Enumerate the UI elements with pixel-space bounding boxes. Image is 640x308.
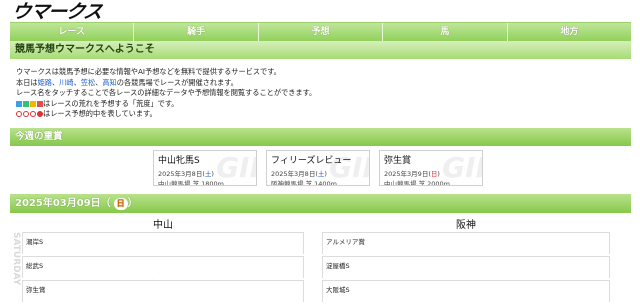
venue-link-himeji[interactable]: 姫路 [38, 78, 52, 87]
venue-link-kasamatsu[interactable]: 笠松 [81, 78, 95, 87]
roughness-level-1-icon [16, 100, 22, 107]
intro-line-3: レース名をタッチすることで各レースの詳細なデータや予想情報を閲覧することができま… [16, 88, 317, 97]
venue-heading-right: 阪神 [456, 220, 476, 231]
race-link[interactable]: 総武S [22, 256, 304, 278]
race-list-right: アルメリア賞 淀屋橋S 大阪城S [322, 232, 610, 304]
side-watermark: SATURDAY [11, 232, 21, 286]
race-link[interactable]: 潮岸S [22, 232, 304, 254]
race-link[interactable]: 淀屋橋S [322, 256, 610, 278]
graded-race-cards: GII 中山牝馬S 2025年3月8日(土) 中山競馬場 芝 1800m GII… [153, 150, 483, 186]
intro-line-4: はレースの荒れを予想する「荒度」です。 [16, 99, 616, 110]
hit-badge-icons [16, 111, 43, 117]
card-race-name: 弥生賞 [384, 156, 412, 166]
card-venue: 中山競馬場 芝 2000m [384, 180, 451, 186]
hit-circle-icon [16, 111, 22, 117]
roughness-badge-icons [16, 100, 43, 107]
race-list-left: 潮岸S 総武S 弥生賞 [22, 232, 304, 304]
schedule-date-heading: 2025年03月09日（日） [10, 194, 631, 213]
card-race-name: 中山牝馬S [158, 156, 200, 166]
intro-text: ウマークスは競馬予想に必要な情報やAI予想などを無料で提供するサービスです。 本… [16, 67, 616, 120]
card-date: 2025年3月8日(土) [271, 170, 327, 178]
nav-item-jockey[interactable]: 騎手 [134, 23, 259, 42]
weekday-badge: 日 [113, 198, 128, 210]
graded-race-card[interactable]: GII 弥生賞 2025年3月9日(日) 中山競馬場 芝 2000m [379, 150, 483, 186]
card-date: 2025年3月9日(日) [384, 170, 440, 178]
race-link[interactable]: アルメリア賞 [322, 232, 610, 254]
venue-heading-left: 中山 [153, 220, 173, 231]
venue-link-kochi[interactable]: 高知 [102, 78, 116, 87]
card-venue: 阪神競馬場 芝 1400m [271, 180, 338, 186]
card-venue: 中山競馬場 芝 1800m [158, 180, 225, 186]
race-link[interactable]: 弥生賞 [22, 280, 304, 302]
nav-item-race[interactable]: レース [10, 23, 135, 42]
card-date: 2025年3月8日(土) [158, 170, 214, 178]
graded-race-card[interactable]: GII 中山牝馬S 2025年3月8日(土) 中山競馬場 芝 1800m [153, 150, 257, 186]
hit-circle-icon [30, 111, 36, 117]
weekly-graded-heading: 今週の重賞 [10, 128, 631, 146]
nav-item-local[interactable]: 地方 [508, 23, 631, 42]
nav-item-prediction[interactable]: 予想 [259, 23, 384, 42]
race-link[interactable]: 大阪城S [322, 280, 610, 302]
roughness-level-2-icon [23, 100, 29, 107]
nav-item-horse[interactable]: 馬 [383, 23, 508, 42]
roughness-level-3-icon [30, 100, 36, 107]
welcome-heading: 競馬予想ウマークスへようこそ [10, 41, 631, 59]
site-logo[interactable]: ウマークス [10, 1, 132, 23]
intro-line-2: 本日は姫路、川崎、笠松、高知の各競馬場でレースが開催されます。 [16, 77, 238, 87]
intro-line-1: ウマークスは競馬予想に必要な情報やAI予想などを無料で提供するサービスです。 [16, 67, 281, 76]
card-race-name: フィリーズレビュー [271, 156, 352, 166]
hit-circle-icon [23, 111, 29, 117]
logo-text: ウマークス [10, 1, 103, 23]
venue-link-kawasaki[interactable]: 川崎 [59, 78, 73, 87]
graded-race-card[interactable]: GII フィリーズレビュー 2025年3月8日(土) 阪神競馬場 芝 1400m [266, 150, 370, 186]
intro-line-5: はレース予想的中を表しています。 [16, 109, 616, 120]
main-nav: レース 騎手 予想 馬 地方 [10, 22, 631, 42]
